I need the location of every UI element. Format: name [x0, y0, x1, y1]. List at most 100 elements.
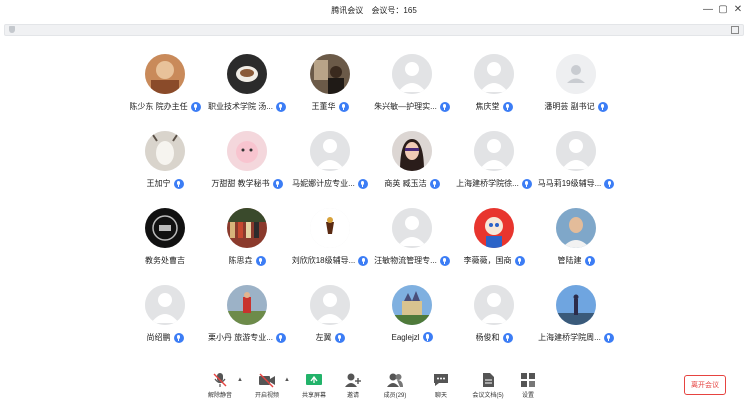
avatar [556, 285, 596, 325]
participant-tile[interactable]: 潘明芸 副书记 [521, 48, 631, 118]
participant-name: 刘欣欣18级辅导... [291, 256, 356, 265]
participant-label: 管陆建 [521, 255, 631, 266]
participant-name: 汪敏物流管理专... [374, 256, 437, 265]
chat-button[interactable]: 聊天 [421, 372, 461, 399]
participant-name: 马马莉19级辅导... [537, 179, 602, 188]
avatar [474, 54, 514, 94]
participant-grid: 陈少东 院办主任 职业技术学院 汤... 王董华 朱兴敏—护理实... 焦庆堂 潘明芸 副… [0, 48, 748, 353]
invite-button[interactable]: 邀请 [333, 372, 373, 399]
share-label: 共享屏幕 [301, 393, 326, 399]
add-user-icon [345, 373, 361, 387]
avatar [392, 208, 432, 248]
avatar [474, 208, 514, 248]
mic-icon [173, 178, 184, 189]
participant-name: 焦庆堂 [475, 102, 500, 111]
mic-icon [604, 178, 615, 189]
mic-icon [597, 101, 608, 112]
mic-icon [584, 255, 595, 266]
invite-label: 邀请 [346, 393, 359, 399]
participant-name: 尚绍鹏 [146, 333, 171, 342]
participant-name: 陈思垚 [228, 256, 253, 265]
participant-name: 万甜甜 教学秘书 [211, 179, 270, 188]
mic-icon [502, 332, 513, 343]
avatar [474, 285, 514, 325]
participant-name: 陈少东 院办主任 [129, 102, 188, 111]
avatar [145, 285, 185, 325]
participant-label: 上海建桥学院周... [521, 332, 631, 343]
document-icon [483, 373, 494, 387]
avatar [392, 54, 432, 94]
participant-tile[interactable]: 马马莉19级辅导... [521, 125, 631, 195]
participant-name: 职业技术学院 汤... [208, 102, 273, 111]
avatar [474, 131, 514, 171]
fullscreen-icon[interactable] [731, 26, 739, 34]
participant-name: 上海建桥学院徐... [456, 179, 519, 188]
participant-name: 王加宁 [146, 179, 171, 188]
participant-name: 教务处曹吉 [145, 256, 185, 265]
avatar [310, 131, 350, 171]
avatar [310, 285, 350, 325]
participant-name: 杨俊和 [475, 333, 500, 342]
avatar [310, 208, 350, 248]
shield-icon[interactable] [9, 26, 15, 33]
mic-icon [422, 332, 433, 342]
mic-icon [603, 332, 614, 343]
participant-name: 朱兴敏—护理实... [374, 102, 437, 111]
mic-icon [502, 101, 513, 112]
settings-grid-icon [521, 373, 535, 387]
share-screen-button[interactable]: 共享屏幕 [294, 372, 334, 399]
avatar [145, 54, 185, 94]
participant-name: 潘明芸 副书记 [544, 102, 595, 111]
participant-name: 左翼 [315, 333, 332, 342]
participant-name: 马妮娜计应专业... [292, 179, 355, 188]
participant-name: 管陆建 [557, 256, 582, 265]
avatar [227, 208, 267, 248]
settings-label: 设置 [521, 393, 534, 399]
participant-name: 王董华 [311, 102, 336, 111]
avatar [392, 131, 432, 171]
members-icon [387, 373, 403, 387]
avatar [556, 208, 596, 248]
avatar [145, 131, 185, 171]
video-label: 开启视频 [254, 393, 279, 399]
participant-tile[interactable]: 管陆建 [521, 202, 631, 272]
members-button[interactable]: 成员(29) [375, 372, 415, 399]
participant-name: 上海建桥学院周... [538, 333, 601, 342]
avatar [310, 54, 350, 94]
meeting-docs-button[interactable]: 会议文档(5) [468, 372, 508, 399]
participant-name: Eaglejzl [391, 332, 420, 342]
mic-muted-icon [213, 373, 227, 387]
start-video-button[interactable]: 开启视频 [247, 372, 287, 399]
title-bar: 腾讯会议 会议号：165 — ▢ ✕ [0, 0, 748, 22]
avatar [556, 131, 596, 171]
meeting-info-bar [4, 24, 744, 36]
settings-button[interactable]: 设置 [508, 372, 548, 399]
chevron-up-icon[interactable]: ▲ [284, 377, 290, 383]
close-button[interactable]: ✕ [731, 3, 745, 17]
participant-name: 栗小丹 旅游专业... [208, 333, 273, 342]
minimize-button[interactable]: — [701, 3, 715, 17]
mic-icon [173, 332, 184, 343]
chat-icon [434, 374, 448, 386]
camera-off-icon [259, 373, 275, 388]
avatar [227, 54, 267, 94]
participant-tile[interactable]: 上海建桥学院周... [521, 279, 631, 349]
share-screen-icon [306, 374, 322, 385]
avatar [556, 54, 596, 94]
mic-icon [334, 332, 345, 343]
leave-meeting-button[interactable]: 离开会议 [684, 375, 726, 395]
unmute-button[interactable]: 解除静音 [200, 372, 240, 399]
participant-name: 李薇薇，国商 [463, 256, 512, 265]
mic-icon [338, 101, 349, 112]
avatar [145, 208, 185, 248]
window-title: 腾讯会议 会议号：165 [0, 5, 748, 16]
bottom-toolbar: 解除静音 ▲ 开启视频 ▲ 共享屏幕 邀请 成员(29) 聊天 会议文档(5) … [0, 360, 748, 403]
docs-label: 会议文档(5) [472, 393, 504, 399]
members-label: 成员(29) [383, 393, 407, 399]
chevron-up-icon[interactable]: ▲ [237, 377, 243, 383]
avatar [227, 131, 267, 171]
meeting-id: 会议号：165 [371, 6, 417, 15]
participant-label: 潘明芸 副书记 [521, 101, 631, 112]
maximize-button[interactable]: ▢ [716, 3, 730, 17]
mic-icon [255, 255, 266, 266]
